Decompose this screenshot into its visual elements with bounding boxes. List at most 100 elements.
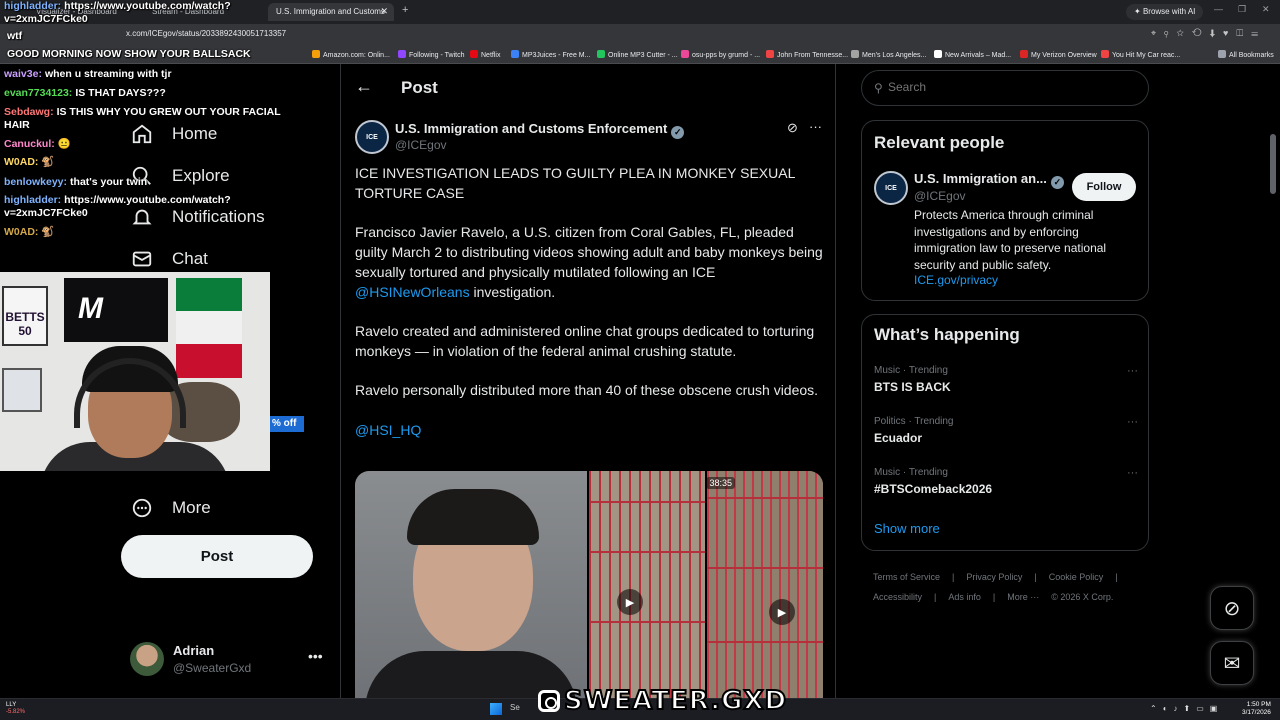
maximize-icon[interactable]: ❐ [1238, 4, 1246, 15]
amazon-icon [312, 50, 320, 58]
more-dots-icon[interactable]: ··· [809, 119, 822, 134]
close-window-icon[interactable]: ✕ [1262, 4, 1270, 15]
mp3cutter-icon [597, 50, 605, 58]
folder-icon [1218, 50, 1226, 58]
nav-more[interactable]: More [130, 490, 211, 526]
cage-bar [589, 621, 705, 623]
footer-link[interactable]: Accessibility [873, 592, 922, 602]
trend-title: BTS IS BACK [874, 380, 951, 394]
show-more-link[interactable]: Show more [874, 521, 940, 536]
tweet-paragraph: Ravelo personally distributed more than … [355, 382, 819, 399]
bookmark-john[interactable]: John From Tennesse... [766, 50, 848, 59]
avatar-text: ICE [366, 133, 378, 141]
verified-badge-icon: ✓ [671, 126, 685, 139]
follow-button[interactable]: Follow [1072, 173, 1136, 201]
bookmark-car[interactable]: You Hit My Car reac... [1101, 50, 1180, 59]
toolbar-icons[interactable]: ⌖⚲☆⟲⬇♥◫☰ [1151, 28, 1266, 39]
osu-icon [681, 50, 689, 58]
video-duration: 38:35 [706, 477, 735, 489]
person-handle[interactable]: @ICEgov [914, 189, 966, 203]
taskbar-search[interactable]: Se [510, 703, 520, 712]
more-dots-icon[interactable]: ··· [1127, 467, 1138, 479]
chat-text: GOOD MORNING NOW SHOW YOUR BALLSACK [7, 48, 251, 60]
chat-username[interactable]: Sebdawg: [4, 106, 54, 118]
search-input[interactable] [888, 80, 1128, 94]
mention-link[interactable]: @HSI_HQ [355, 422, 421, 438]
footer-link[interactable]: Ads info [948, 592, 981, 602]
windows-start-icon[interactable] [490, 703, 502, 715]
chat-username[interactable]: benlowkeyy: [4, 176, 67, 188]
play-icon[interactable]: ▶ [769, 599, 795, 625]
person-link[interactable]: ICE.gov/privacy [914, 273, 998, 287]
bookmark-osu[interactable]: osu-pps by grumd - ... [681, 50, 760, 59]
author-handle[interactable]: @ICEgov [395, 138, 447, 152]
footer-link[interactable]: Terms of Service [873, 572, 940, 582]
grok-fab-icon[interactable]: ⊘ [1210, 586, 1254, 630]
new-tab-button[interactable]: + [402, 4, 408, 16]
account-switcher[interactable]: Adrian @SweaterGxd ••• [128, 640, 328, 680]
trend-item[interactable]: Music · Trending BTS IS BACK ··· [874, 365, 1140, 405]
mexico-flag [176, 278, 242, 378]
chat-text: that's your twin [70, 176, 148, 188]
media-video-2[interactable]: ▶ [707, 471, 823, 698]
bookmark-label: My Verizon Overview [1031, 52, 1097, 59]
grok-icon[interactable]: ⊘ [787, 120, 798, 136]
search-box[interactable]: ⚲ [861, 70, 1149, 106]
trend-item[interactable]: Politics · Trending Ecuador ··· [874, 416, 1140, 456]
jersey-text: BETTS 50 [5, 310, 45, 338]
youtube-icon [766, 50, 774, 58]
back-arrow-icon[interactable]: ← [355, 76, 373, 97]
chat-username[interactable]: waiv3e: [4, 68, 42, 80]
chat-username[interactable]: W0AD: [4, 226, 38, 238]
trend-item[interactable]: Music · Trending #BTSComeback2026 ··· [874, 467, 1140, 507]
chat-username[interactable]: highladder: [4, 0, 61, 12]
chat-username[interactable]: Canuckul: [4, 138, 55, 150]
bookmark-twitch[interactable]: Following - Twitch [398, 50, 465, 59]
bookmark-mp3juices[interactable]: MP3Juices - Free M... [511, 50, 590, 59]
play-icon[interactable]: ▶ [617, 589, 643, 615]
bookmark-label: New Arrivals – Mad... [945, 52, 1012, 59]
clock[interactable]: 1:50 PM 3/17/2026 [1242, 701, 1271, 717]
post-button[interactable]: Post [121, 535, 313, 578]
chat-username[interactable]: highladder: [4, 194, 61, 206]
bookmark-amazon[interactable]: Amazon.com: Onlin... [312, 50, 390, 59]
footer-link[interactable]: Privacy Policy [966, 572, 1022, 582]
footer-separator: | [992, 592, 996, 602]
messages-fab-icon[interactable]: ✉ [1210, 641, 1254, 685]
footer-link[interactable]: Cookie Policy [1049, 572, 1104, 582]
bookmark-mens[interactable]: Men's Los Angeles... [851, 50, 926, 59]
chat-message: evan7734123: IS THAT DAYS??? [4, 87, 300, 100]
bookmark-verizon[interactable]: My Verizon Overview [1020, 50, 1097, 59]
all-bookmarks[interactable]: All Bookmarks [1218, 50, 1274, 59]
nav-label: More [172, 498, 211, 517]
author-name-text: U.S. Immigration and Customs Enforcement [395, 121, 668, 136]
minimize-icon[interactable]: — [1214, 4, 1223, 14]
chat-message: W0AD: 🐒 [4, 156, 300, 169]
chat-username[interactable]: W0AD: [4, 156, 38, 168]
footer-link[interactable]: More ··· [1007, 592, 1039, 602]
scrollbar[interactable] [1270, 134, 1276, 194]
stock-widget[interactable]: LLY -5.82% [6, 702, 25, 716]
author-avatar[interactable]: ICE [355, 120, 389, 154]
more-dots-icon[interactable]: ··· [1127, 365, 1138, 377]
bookmark-mp3cutter[interactable]: Online MP3 Cutter - ... [597, 50, 678, 59]
author-name[interactable]: U.S. Immigration and Customs Enforcement… [395, 121, 685, 139]
system-tray-icons[interactable]: ⌃◐♪⬆▭▣ [1150, 704, 1223, 713]
media-photo[interactable] [355, 471, 587, 698]
avatar[interactable]: ICE [874, 171, 908, 205]
chat-username[interactable]: evan7734123: [4, 87, 72, 99]
more-dots-icon[interactable]: ••• [308, 648, 323, 664]
bookmark-label: All Bookmarks [1229, 52, 1274, 59]
account-handle: @SweaterGxd [173, 661, 252, 675]
mention-link[interactable]: @HSINewOrleans [355, 284, 470, 300]
more-dots-icon[interactable]: ··· [1127, 416, 1138, 428]
browse-with-ai-button[interactable]: ✦ Browse with AI [1126, 4, 1204, 20]
youtube-icon [1101, 50, 1109, 58]
instagram-watermark: SWEATER.GXD [538, 685, 788, 717]
person-name[interactable]: U.S. Immigration an... ✓ [914, 171, 1064, 189]
watermark-text: SWEATER.GXD [563, 685, 788, 717]
close-tab-icon[interactable]: ✕ [380, 6, 388, 17]
bookmark-netflix[interactable]: Netflix [470, 50, 500, 59]
media-video-1[interactable]: ▶ [589, 471, 705, 698]
bookmark-new-arrivals[interactable]: New Arrivals – Mad... [934, 50, 1011, 59]
